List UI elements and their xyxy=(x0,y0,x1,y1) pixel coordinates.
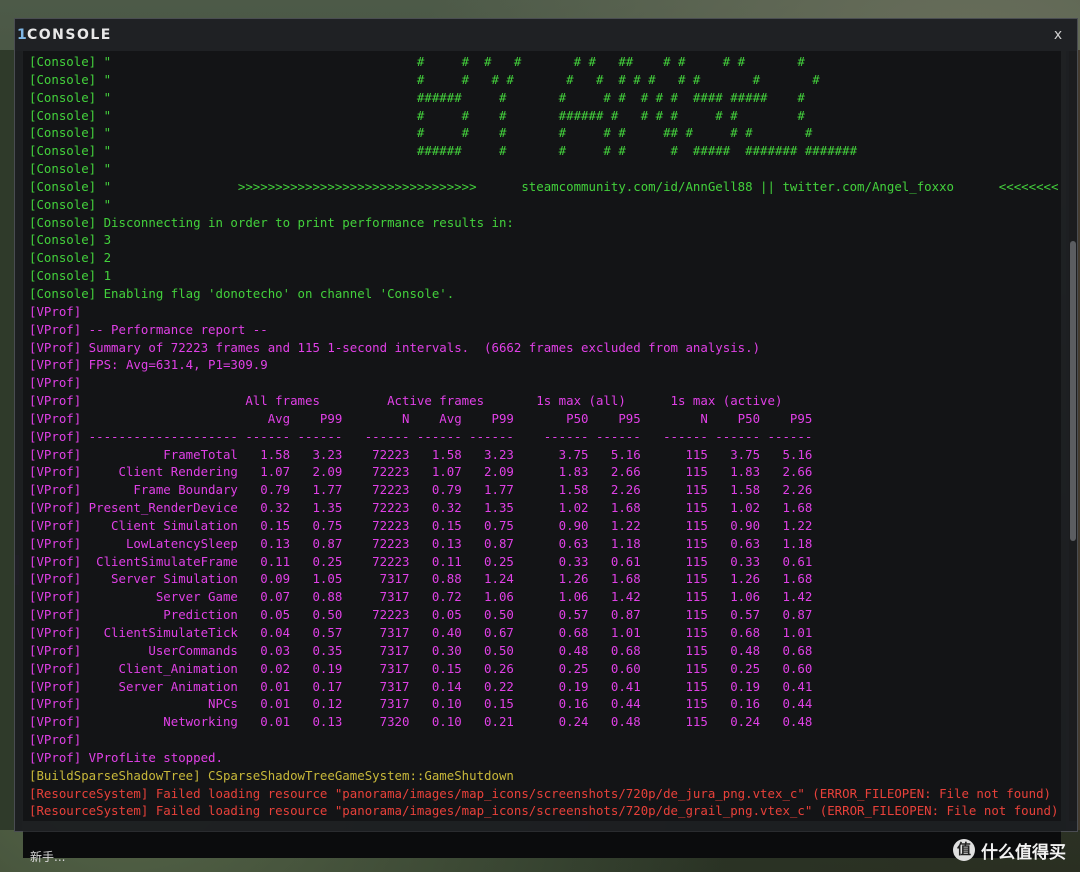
log-line: [ResourceSystem] Failed loading resource… xyxy=(29,803,1059,819)
log-line: [Console] " xyxy=(29,196,112,212)
title-badge: 1 xyxy=(17,27,27,43)
log-line: [VProf] -- Performance report -- xyxy=(29,321,268,337)
log-line: [Console] " # # # ###### # # # # # # # xyxy=(29,107,805,123)
log-line: [Console] Disconnecting in order to prin… xyxy=(29,214,514,230)
log-line: [Console] " xyxy=(29,161,112,177)
log-line: [VProf] xyxy=(29,375,82,391)
log-line: [BuildSparseShadowTree] CSparseShadowTre… xyxy=(29,767,514,783)
log-line: [VProf] Server Simulation 0.09 1.05 7317… xyxy=(29,571,813,587)
log-line: [VProf] Client_Animation 0.02 0.19 7317 … xyxy=(29,660,813,676)
log-line: [Console] " ###### # # # # # ##### #####… xyxy=(29,143,858,159)
watermark: 值 什么值得买 xyxy=(953,836,1066,864)
log-line: [VProf] UserCommands 0.03 0.35 7317 0.30… xyxy=(29,642,813,658)
log-line: [VProf] NPCs 0.01 0.12 7317 0.10 0.15 0.… xyxy=(29,696,813,712)
log-line: [ResourceSystem] Failed loading resource… xyxy=(29,820,1059,821)
log-line: [Console] 3 xyxy=(29,232,112,248)
console-title: CONSOLE xyxy=(27,27,112,43)
console-titlebar[interactable]: 1 CONSOLE x xyxy=(15,19,1077,51)
log-line: [Console] " # # # # # # ## # # # # xyxy=(29,125,813,141)
log-line: [VProf] -------------------- ------ ----… xyxy=(29,428,813,444)
log-line: [VProf] Client Simulation 0.15 0.75 7222… xyxy=(29,517,813,533)
log-line: [VProf] All frames Active frames 1s max … xyxy=(29,393,783,409)
log-line: [ResourceSystem] Failed loading resource… xyxy=(29,785,1051,801)
log-line: [VProf] Present_RenderDevice 0.32 1.35 7… xyxy=(29,500,813,516)
console-log-output[interactable]: [Console] " # # # # # # ## # # # # # [Con… xyxy=(23,51,1061,821)
log-line: [Console] " >>>>>>>>>>>>>>>>>>>>>>>>>>>>… xyxy=(29,178,1059,194)
watermark-text: 什么值得买 xyxy=(981,842,1066,863)
log-line: [VProf] Prediction 0.05 0.50 72223 0.05 … xyxy=(29,607,813,623)
log-line: [Console] 1 xyxy=(29,268,112,284)
console-window: 1 CONSOLE x [Console] " # # # # # # ## #… xyxy=(14,18,1078,858)
log-line: [Console] " ###### # # # # # # # #### ##… xyxy=(29,89,805,105)
log-line: [Console] " # # # # # # ## # # # # # xyxy=(29,54,805,69)
log-line: [VProf] ClientSimulateFrame 0.11 0.25 72… xyxy=(29,553,813,569)
log-line: [VProf] xyxy=(29,303,82,319)
console-input[interactable] xyxy=(23,831,1061,858)
log-line: [VProf] Server Game 0.07 0.88 7317 0.72 … xyxy=(29,589,813,605)
log-line: [VProf] Client Rendering 1.07 2.09 72223… xyxy=(29,464,813,480)
log-line: [VProf] Server Animation 0.01 0.17 7317 … xyxy=(29,678,813,694)
background-hud-text: 新手... xyxy=(30,850,66,864)
log-line: [VProf] Frame Boundary 0.79 1.77 72223 0… xyxy=(29,482,813,498)
log-line: [VProf] VProfLite stopped. xyxy=(29,749,223,765)
console-scrollbar[interactable] xyxy=(1069,51,1077,821)
log-line: [VProf] Avg P99 N Avg P99 P50 P95 N P50 … xyxy=(29,410,813,426)
log-line: [VProf] FPS: Avg=631.4, P1=309.9 xyxy=(29,357,268,373)
log-line: [VProf] LowLatencySleep 0.13 0.87 72223 … xyxy=(29,535,813,551)
scrollbar-thumb[interactable] xyxy=(1070,241,1076,541)
log-line: [Console] " # # # # # # # # # # # # # xyxy=(29,71,820,87)
watermark-logo-icon: 值 xyxy=(953,839,975,861)
close-icon[interactable]: x xyxy=(1051,26,1065,44)
log-line: [VProf] Summary of 72223 frames and 115 … xyxy=(29,339,761,355)
log-line: [VProf] FrameTotal 1.58 3.23 72223 1.58 … xyxy=(29,446,813,462)
log-line: [VProf] xyxy=(29,732,82,748)
log-line: [Console] Enabling flag 'donotecho' on c… xyxy=(29,285,455,301)
log-line: [VProf] ClientSimulateTick 0.04 0.57 731… xyxy=(29,625,813,640)
log-line: [Console] 2 xyxy=(29,250,112,266)
log-line: [VProf] Networking 0.01 0.13 7320 0.10 0… xyxy=(29,714,813,730)
log-lines: [Console] " # # # # # # ## # # # # # [Con… xyxy=(29,53,1059,821)
